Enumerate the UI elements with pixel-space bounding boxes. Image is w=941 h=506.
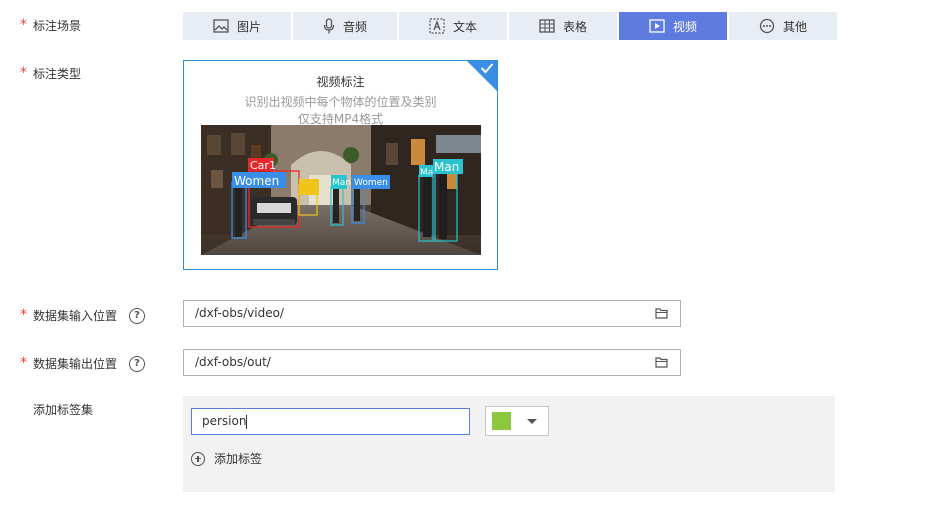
input-location-label: * 数据集输入位置 — [20, 307, 118, 323]
required-mark: * — [20, 355, 27, 371]
tagset-label: 添加标签集 — [33, 403, 94, 417]
add-tag-button[interactable]: 添加标签 — [191, 450, 262, 467]
scene-label: * 标注场景 — [20, 17, 82, 33]
required-mark: * — [20, 65, 27, 81]
folder-icon[interactable] — [655, 307, 668, 319]
tab-label: 图片 — [236, 19, 261, 34]
tag-name-input[interactable]: persion — [191, 408, 470, 435]
video-annotation-card[interactable]: 视频标注 识别出视频中每个物体的位置及类别 仅支持MP4格式 Car1 Wome… — [183, 60, 498, 270]
image-icon — [213, 19, 229, 33]
tab-table[interactable]: 表格 — [509, 12, 617, 40]
add-tag-label: 添加标签 — [214, 452, 263, 466]
text-icon — [429, 18, 445, 34]
color-swatch — [492, 412, 511, 430]
required-mark: * — [20, 17, 27, 33]
tagset-panel: persion 添加标签 — [183, 396, 835, 492]
tab-video[interactable]: 视频 — [619, 12, 727, 40]
tab-label: 音频 — [342, 19, 367, 34]
input-location-field[interactable]: /dxf-obs/video/ — [183, 300, 681, 327]
box-label-car: Car1 — [250, 159, 276, 172]
tab-label: 视频 — [672, 19, 697, 34]
output-location-field[interactable]: /dxf-obs/out/ — [183, 349, 681, 376]
scene-tabs: 图片 音频 文本 表格 视频 其他 — [183, 12, 839, 40]
card-description: 识别出视频中每个物体的位置及类别 — [244, 95, 437, 109]
output-location-label: * 数据集输出位置 — [20, 355, 118, 371]
input-location-value: /dxf-obs/video/ — [195, 306, 284, 320]
required-mark: * — [20, 307, 27, 323]
chevron-down-icon — [527, 419, 537, 424]
tab-other[interactable]: 其他 — [729, 12, 837, 40]
tab-image[interactable]: 图片 — [183, 12, 291, 40]
tab-audio[interactable]: 音频 — [293, 12, 397, 40]
help-icon[interactable]: ? — [129, 308, 145, 324]
video-icon — [649, 19, 665, 33]
tag-name-value: persion — [202, 414, 247, 428]
box-label-ma: Ma — [420, 168, 433, 178]
microphone-icon — [323, 18, 335, 34]
tab-label: 文本 — [452, 19, 477, 34]
folder-icon[interactable] — [655, 356, 668, 368]
tag-color-select[interactable] — [485, 406, 549, 436]
tab-label: 表格 — [562, 19, 587, 34]
help-icon[interactable]: ? — [129, 356, 145, 372]
text-cursor — [246, 414, 248, 429]
table-icon — [539, 19, 555, 33]
box-label-man-2: Man — [434, 160, 459, 174]
more-icon — [759, 18, 775, 34]
tab-text[interactable]: 文本 — [399, 12, 507, 40]
tab-label: 其他 — [782, 19, 807, 34]
output-location-value: /dxf-obs/out/ — [195, 355, 271, 369]
plus-circle-icon — [191, 451, 205, 466]
preview-image: Car1 Women Man Women Ma Man — [201, 125, 481, 255]
box-label-women: Women — [234, 174, 279, 188]
card-title: 视频标注 — [316, 75, 365, 89]
type-label: * 标注类型 — [20, 65, 82, 81]
